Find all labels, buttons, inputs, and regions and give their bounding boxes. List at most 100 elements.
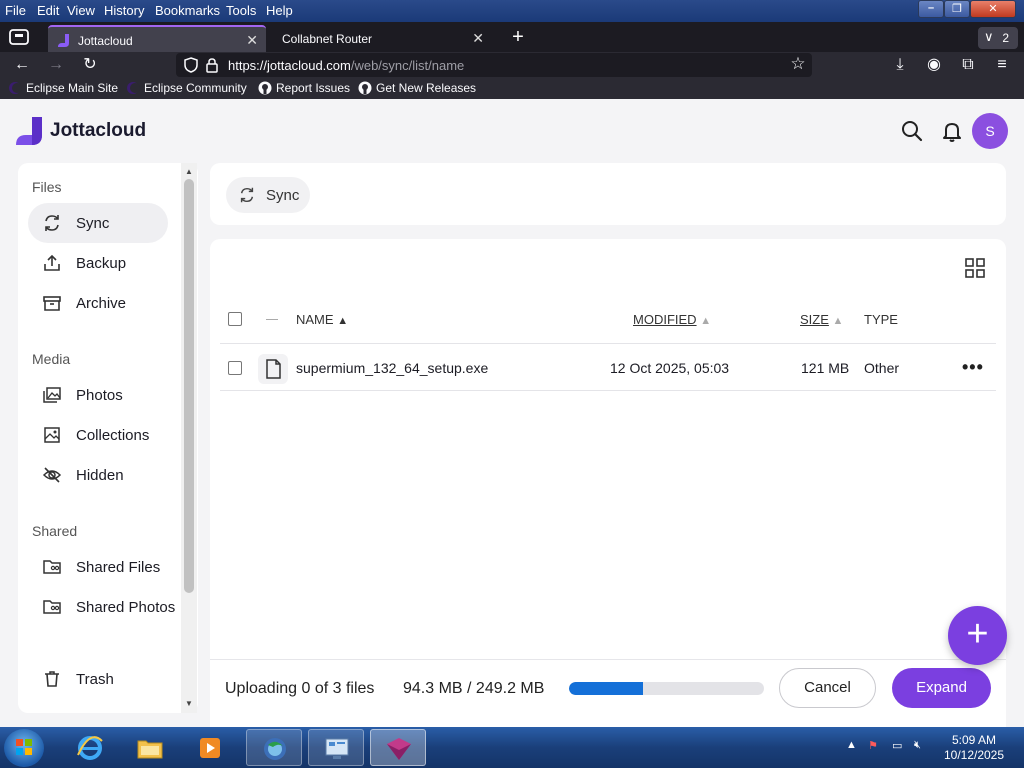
tab-collabnet-router[interactable]: Collabnet Router ✕	[268, 25, 492, 52]
shared-files-icon	[43, 560, 61, 574]
lock-icon[interactable]	[205, 57, 219, 73]
menu-view[interactable]: View	[67, 3, 95, 18]
browser-globe-icon	[264, 738, 286, 760]
column-header-name[interactable]: NAME ▲	[296, 312, 348, 327]
tab-title: Jottacloud	[78, 34, 133, 48]
sidebar-item-shared-files[interactable]: Shared Files	[28, 547, 188, 587]
column-header-modified[interactable]: MODIFIED ▲	[633, 312, 711, 327]
menu-file[interactable]: File	[5, 3, 26, 18]
taskbar-control-panel[interactable]	[308, 729, 364, 766]
taskbar-media-player[interactable]	[182, 729, 238, 766]
extensions-icon[interactable]: ⧉	[958, 55, 978, 75]
breadcrumb-label: Sync	[266, 187, 300, 204]
select-all-checkbox[interactable]	[228, 312, 242, 326]
forward-icon[interactable]: →	[46, 55, 66, 75]
bookmark-label: Get New Releases	[376, 81, 477, 95]
file-icon	[258, 354, 288, 384]
sidebar-item-label: Shared Files	[76, 559, 161, 576]
scroll-up-icon[interactable]: ▲	[185, 167, 193, 176]
breadcrumb: Sync	[210, 163, 1006, 225]
sidebar-item-trash[interactable]: Trash	[28, 659, 168, 699]
close-tab-icon[interactable]: ✕	[472, 30, 484, 47]
bookmark-star-icon[interactable]: ☆	[788, 54, 808, 74]
list-all-tabs-button[interactable]: ∨ 2	[978, 27, 1018, 49]
search-icon[interactable]	[900, 119, 924, 143]
sidebar-item-collections[interactable]: Collections	[28, 415, 168, 455]
more-options-icon[interactable]: •••	[962, 357, 984, 378]
account-icon[interactable]: ◉	[924, 55, 944, 75]
menu-bookmarks[interactable]: Bookmarks	[155, 3, 220, 18]
taskbar-file-explorer[interactable]	[122, 729, 178, 766]
sidebar-item-label: Collections	[76, 427, 150, 444]
sidebar-item-label: Trash	[76, 671, 114, 688]
menu-icon[interactable]: ≡	[992, 55, 1012, 75]
new-tab-button[interactable]: +	[506, 26, 530, 50]
show-hidden-icons-icon[interactable]: ▲	[846, 739, 857, 751]
jottacloud-logo-icon[interactable]	[16, 117, 42, 145]
header-divider	[266, 319, 278, 320]
row-checkbox[interactable]	[228, 361, 242, 375]
sync-icon	[45, 215, 59, 231]
close-tab-icon[interactable]: ✕	[246, 32, 258, 49]
menu-history[interactable]: History	[104, 3, 144, 18]
control-panel-icon	[325, 738, 349, 759]
avatar[interactable]: S	[972, 113, 1008, 149]
sidebar-section-shared: Shared	[32, 523, 78, 539]
scrollbar-thumb[interactable]	[184, 179, 194, 593]
url-text[interactable]: https://jottacloud.com/web/sync/list/nam…	[228, 58, 464, 73]
sidebar-item-sync[interactable]: Sync	[28, 203, 168, 243]
taskbar-internet-explorer[interactable]	[62, 729, 118, 766]
sidebar-item-backup[interactable]: Backup	[28, 243, 168, 283]
scroll-down-icon[interactable]: ▼	[185, 699, 193, 708]
folder-icon	[137, 740, 163, 759]
maximize-button[interactable]: ❐	[944, 0, 970, 18]
minimize-button[interactable]: –	[918, 0, 944, 18]
jottacloud-favicon-icon	[58, 34, 69, 47]
network-icon[interactable]: ▭	[892, 739, 902, 752]
column-header-size[interactable]: SIZE ▲	[800, 312, 843, 327]
bookmark-get-new-releases[interactable]: Get New Releases	[358, 81, 476, 95]
sort-asc-icon: ▲	[337, 315, 349, 327]
url-bar[interactable]: https://jottacloud.com/web/sync/list/nam…	[176, 53, 812, 77]
taskbar-firefox[interactable]	[246, 729, 302, 766]
bookmark-eclipse-community[interactable]: Eclipse Community	[126, 81, 247, 95]
volume-muted-icon[interactable]: 🔇︎	[914, 739, 921, 752]
sidebar-item-archive[interactable]: Archive	[28, 283, 168, 323]
file-name[interactable]: supermium_132_64_setup.exe	[296, 360, 488, 376]
upload-progress-fill	[569, 682, 643, 695]
expand-upload-button[interactable]: Expand	[892, 668, 991, 708]
sidebar-scrollbar[interactable]: ▲ ▼	[181, 163, 197, 713]
shield-icon[interactable]	[183, 57, 199, 73]
close-window-button[interactable]: ✕	[970, 0, 1016, 18]
add-button[interactable]: +	[948, 606, 1007, 665]
grid-view-icon[interactable]	[964, 257, 986, 279]
system-clock[interactable]: 5:09 AM 10/12/2025	[936, 733, 1012, 763]
sidebar-item-photos[interactable]: Photos	[28, 375, 168, 415]
sidebar-item-shared-photos[interactable]: Shared Photos	[28, 587, 188, 627]
action-center-flag-icon[interactable]: ⚑	[868, 739, 878, 752]
app-name[interactable]: Jottacloud	[50, 120, 146, 142]
menu-help[interactable]: Help	[266, 3, 293, 18]
upload-status-text: Uploading 0 of 3 files	[225, 680, 375, 697]
eclipse-icon	[9, 82, 22, 94]
breadcrumb-sync[interactable]: Sync	[226, 177, 310, 213]
menu-tools[interactable]: Tools	[226, 3, 256, 18]
sidebar-item-label: Sync	[76, 215, 110, 232]
tab-jottacloud[interactable]: Jottacloud ✕	[48, 25, 266, 52]
menu-bar: File Edit View History Bookmarks Tools H…	[0, 0, 1024, 22]
bookmark-report-issues[interactable]: Report Issues	[258, 81, 350, 95]
bell-icon[interactable]	[940, 119, 964, 143]
cancel-upload-button[interactable]: Cancel	[779, 668, 876, 708]
upload-progress-bar	[569, 682, 764, 695]
download-icon[interactable]: ⤓	[890, 55, 910, 75]
sidebar-item-hidden[interactable]: Hidden	[28, 455, 168, 495]
menu-edit[interactable]: Edit	[37, 3, 59, 18]
start-button[interactable]	[4, 729, 44, 767]
bookmark-eclipse-main-site[interactable]: Eclipse Main Site	[8, 81, 118, 95]
sidebar-item-label: Backup	[76, 255, 127, 272]
back-icon[interactable]: ←	[12, 55, 32, 75]
firefox-view-icon[interactable]	[8, 27, 30, 47]
collections-icon	[44, 427, 60, 443]
taskbar-active-app[interactable]	[370, 729, 426, 766]
reload-icon[interactable]: ↻	[80, 55, 100, 75]
